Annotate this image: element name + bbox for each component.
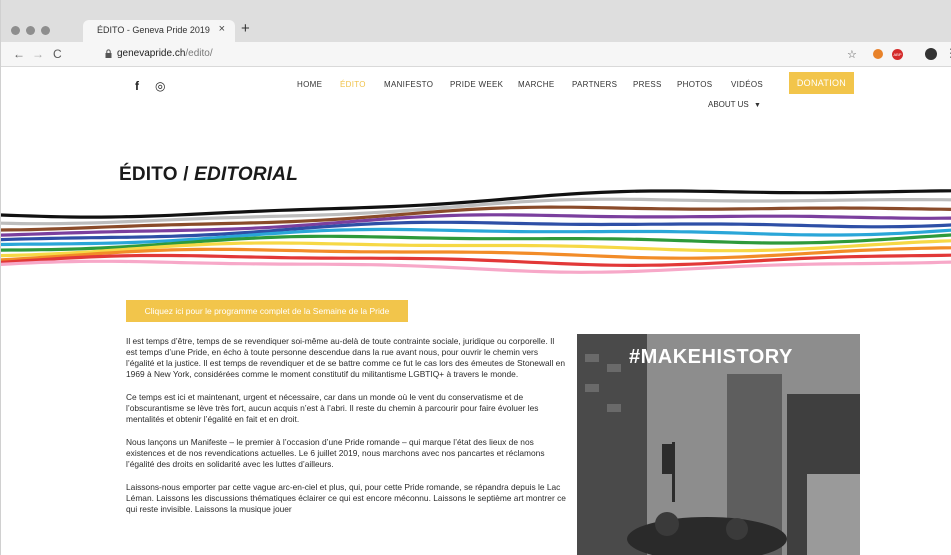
url-host: genevapride.ch — [117, 48, 186, 59]
paragraph: Il est temps d’être, temps de se revendi… — [126, 336, 565, 379]
nav-home[interactable]: HOME — [297, 80, 322, 89]
zoom-window-button[interactable] — [41, 26, 50, 35]
web-page: f ◎ HOME ÉDITO MANIFESTO PRIDE WEEK MARC… — [1, 67, 951, 555]
close-window-button[interactable] — [11, 26, 20, 35]
about-us-label: ABOUT US — [708, 100, 749, 109]
nav-videos[interactable]: VIDÉOS — [731, 80, 763, 89]
nav-manifesto[interactable]: MANIFESTO — [384, 80, 433, 89]
paragraph: Nous lançons un Manifeste – le premier à… — [126, 437, 545, 469]
browser-tab[interactable]: ÉDITO - Geneva Pride 2019 × — [83, 20, 235, 42]
about-us-menu[interactable]: ABOUT US ▼ — [708, 100, 761, 109]
rainbow-waves — [1, 189, 951, 274]
facebook-icon[interactable]: f — [135, 79, 139, 93]
page-title: ÉDITO / EDITORIAL — [119, 164, 298, 186]
rainbow-stripe — [1, 259, 951, 274]
caret-down-icon: ▼ — [753, 102, 761, 109]
programme-cta-button[interactable]: Cliquez ici pour le programme complet de… — [126, 300, 408, 322]
adblock-icon[interactable]: ABP — [892, 49, 903, 60]
makehistory-photo: #MAKEHISTORY — [577, 334, 860, 555]
address-bar: ← → C genevapride.ch/edito/ ☆ ABP ⋮ — [1, 42, 951, 67]
nav-edito[interactable]: ÉDITO — [340, 80, 366, 89]
editorial-body: Il est temps d’être, temps de se revendi… — [126, 336, 566, 527]
back-button[interactable]: ← — [13, 47, 25, 61]
instagram-icon[interactable]: ◎ — [155, 79, 165, 93]
title-main: ÉDITO / — [119, 164, 195, 185]
nav-partners[interactable]: PARTNERS — [572, 80, 617, 89]
tab-title: ÉDITO - Geneva Pride 2019 — [97, 25, 210, 35]
tab-close-icon[interactable]: × — [219, 23, 225, 35]
forward-button[interactable]: → — [32, 47, 44, 61]
lock-icon — [105, 49, 112, 58]
nav-photos[interactable]: PHOTOS — [677, 80, 712, 89]
menu-kebab-icon[interactable]: ⋮ — [945, 46, 951, 60]
title-emphasis: EDITORIAL — [194, 164, 298, 185]
profile-avatar[interactable] — [925, 48, 937, 60]
paragraph: Laissons-nous emporter par cette vague a… — [126, 482, 566, 514]
browser-window: ÉDITO - Geneva Pride 2019 × + ← → C gene… — [0, 0, 951, 555]
new-tab-button[interactable]: + — [241, 20, 250, 37]
nav-press[interactable]: PRESS — [633, 80, 662, 89]
makehistory-hashtag: #MAKEHISTORY — [629, 346, 793, 368]
minimize-window-button[interactable] — [26, 26, 35, 35]
bookmark-star-icon[interactable]: ☆ — [847, 48, 857, 61]
url-field[interactable]: genevapride.ch/edito/ — [117, 48, 213, 59]
tab-bar: ÉDITO - Geneva Pride 2019 × + — [1, 0, 951, 42]
reload-button[interactable]: C — [53, 47, 62, 61]
url-path: /edito/ — [185, 48, 213, 59]
nav-pride-week[interactable]: PRIDE WEEK — [450, 80, 503, 89]
nav-marche[interactable]: MARCHE — [518, 80, 554, 89]
flame-extension-icon[interactable] — [873, 49, 883, 59]
donation-button[interactable]: DONATION — [789, 72, 854, 94]
paragraph: Ce temps est ici et maintenant, urgent e… — [126, 392, 539, 424]
